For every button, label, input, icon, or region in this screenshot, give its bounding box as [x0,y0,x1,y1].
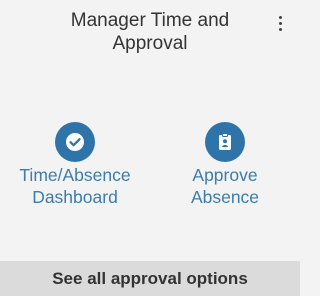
tile-label-line: Absence [190,187,260,207]
tile-label-line: Dashboard [32,187,118,207]
approve-absence-label: Approve Absence [150,164,300,208]
tile-label-line: Time/Absence [19,165,131,185]
time-absence-dashboard-label: Time/Absence Dashboard [0,164,150,208]
card-title: Manager Time and Approval [70,10,230,54]
approve-absence-tile[interactable]: Approve Absence [150,122,300,208]
menu-dot [278,28,282,31]
menu-dot [278,22,282,25]
tile-label-line: Approve [192,165,258,185]
manager-time-approval-card: Manager Time and Approval Time/Absence D… [0,0,300,296]
more-vertical-icon[interactable] [274,16,286,38]
clipboard-icon [219,133,231,150]
check-circle-icon [55,122,95,162]
check-icon [66,133,84,151]
see-all-approval-options-button[interactable]: See all approval options [0,261,300,296]
time-absence-dashboard-tile[interactable]: Time/Absence Dashboard [0,122,150,208]
menu-dot [278,16,282,19]
clipboard-user-icon [205,122,245,162]
